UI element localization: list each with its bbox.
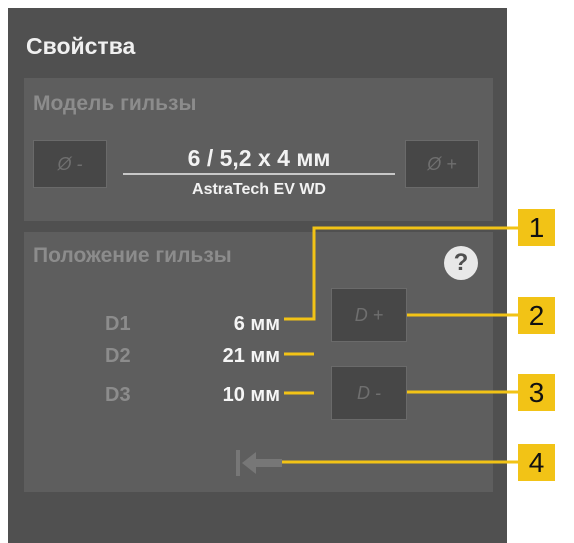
callout-1: 1: [518, 209, 555, 246]
arrow-to-left-bar-icon[interactable]: [236, 450, 282, 476]
callout-lines: [280, 226, 518, 464]
callout-3: 3: [518, 374, 555, 411]
callout-2: 2: [518, 297, 555, 334]
callout-4: 4: [518, 444, 555, 481]
